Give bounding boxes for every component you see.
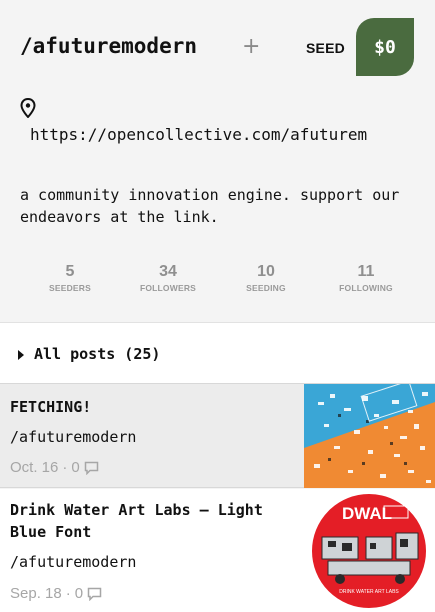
stat-followers[interactable]: 34 FOLLOWERS xyxy=(118,263,218,293)
location-pin-icon xyxy=(20,98,36,118)
seed-button[interactable]: $0 xyxy=(356,18,414,76)
triangle-right-icon xyxy=(18,350,24,360)
post-thumbnail[interactable]: DWAL DRINK WATER ART LABS xyxy=(304,489,435,612)
post-title[interactable]: Drink Water Art Labs – Light Blue Font xyxy=(10,499,290,543)
post-title[interactable]: FETCHING! xyxy=(10,396,91,418)
post-author[interactable]: /afuturemodern xyxy=(10,553,136,571)
stat-value: 5 xyxy=(65,263,75,280)
thumb-sub-text: DRINK WATER ART LABS xyxy=(339,589,399,595)
seed-label: SEED xyxy=(306,40,345,56)
comment-icon[interactable] xyxy=(87,587,102,601)
post-date: Sep. 18 xyxy=(10,585,62,602)
comment-count: 0 xyxy=(74,585,84,602)
post-thumbnail[interactable] xyxy=(304,384,435,488)
post-item[interactable]: FETCHING! /afuturemodern Oct. 16 · 0 xyxy=(0,384,435,488)
meta-separator: · xyxy=(62,459,68,476)
post-date: Oct. 16 xyxy=(10,459,59,476)
stat-label: SEEDING xyxy=(246,283,286,293)
thumb-brand-text: DWAL xyxy=(342,504,392,523)
post-author[interactable]: /afuturemodern xyxy=(10,428,136,446)
comment-icon[interactable] xyxy=(84,461,99,475)
post-meta: Sep. 18 · 0 xyxy=(10,585,102,602)
profile-header: /afuturemodern + SEED $0 https://opencol… xyxy=(0,0,435,322)
stat-value: 11 xyxy=(357,263,375,280)
profile-link[interactable]: https://opencollective.com/afuturem xyxy=(30,125,367,144)
stat-seeding[interactable]: 10 SEEDING xyxy=(216,263,316,293)
all-posts-label: All posts (25) xyxy=(34,345,161,363)
comment-count: 0 xyxy=(71,459,80,476)
stat-seeders[interactable]: 5 SEEDERS xyxy=(20,263,120,293)
stat-label: FOLLOWERS xyxy=(139,283,197,293)
profile-bio: a community innovation engine. support o… xyxy=(20,186,400,226)
stat-label: SEEDERS xyxy=(48,283,92,293)
stat-value: 10 xyxy=(257,263,275,280)
stat-value: 34 xyxy=(159,263,177,280)
meta-separator: · xyxy=(65,585,71,602)
profile-stats: 5 SEEDERS 34 FOLLOWERS 10 SEEDING 11 FOL… xyxy=(0,263,435,303)
profile-handle: /afuturemodern xyxy=(20,34,198,58)
post-meta: Oct. 16 · 0 xyxy=(10,459,99,476)
stat-following[interactable]: 11 FOLLOWING xyxy=(316,263,416,293)
all-posts-toggle[interactable]: All posts (25) xyxy=(0,322,435,384)
post-item[interactable]: Drink Water Art Labs – Light Blue Font /… xyxy=(0,489,435,612)
plus-icon[interactable]: + xyxy=(242,34,260,60)
stat-label: FOLLOWING xyxy=(339,283,393,293)
